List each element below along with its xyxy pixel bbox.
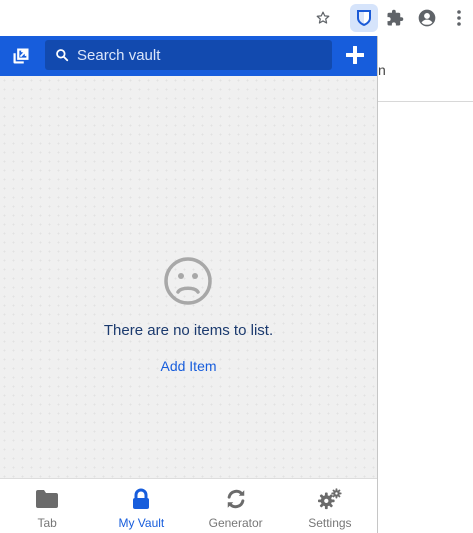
star-icon[interactable]	[311, 6, 335, 30]
plus-icon	[346, 46, 364, 64]
tab-label: My Vault	[118, 516, 165, 530]
tab-generator[interactable]: Generator	[189, 479, 283, 533]
empty-message: There are no items to list.	[103, 322, 274, 339]
popup-header	[0, 36, 377, 76]
popout-button[interactable]	[9, 44, 33, 68]
background-page: n	[378, 36, 473, 533]
tab-label: Generator	[208, 516, 263, 530]
bitwarden-popup: There are no items to list. Add Item eld…	[0, 36, 378, 533]
tab-label: Tab	[37, 516, 57, 530]
bitwarden-extension-icon	[356, 9, 372, 27]
tab-my-vault[interactable]: My Vault	[94, 479, 188, 533]
tab-settings[interactable]: Settings	[283, 479, 377, 533]
lock-icon	[129, 487, 153, 511]
frown-icon	[163, 256, 213, 306]
add-button[interactable]	[343, 43, 367, 67]
browser-toolbar	[0, 0, 473, 36]
refresh-icon	[224, 487, 248, 511]
add-item-link[interactable]: Add Item	[0, 358, 377, 374]
tab-current-tab[interactable]: Tab	[0, 479, 94, 533]
bottom-tab-bar: Tab My Vault Generator Settings	[0, 478, 377, 533]
vault-list-empty: There are no items to list. Add Item eld…	[0, 76, 377, 510]
search-input[interactable]	[77, 46, 317, 64]
popout-icon	[13, 48, 29, 64]
folder-icon	[35, 487, 59, 511]
background-divider	[378, 101, 473, 102]
cogs-icon	[317, 487, 342, 511]
kebab-menu-icon[interactable]	[447, 6, 471, 30]
tab-label: Settings	[308, 516, 352, 530]
bitwarden-extension-button[interactable]	[350, 4, 378, 32]
search-box[interactable]	[45, 40, 332, 70]
background-page-text: n	[378, 62, 386, 78]
puzzle-icon[interactable]	[383, 6, 407, 30]
search-icon	[55, 48, 69, 62]
account-icon[interactable]	[415, 6, 439, 30]
